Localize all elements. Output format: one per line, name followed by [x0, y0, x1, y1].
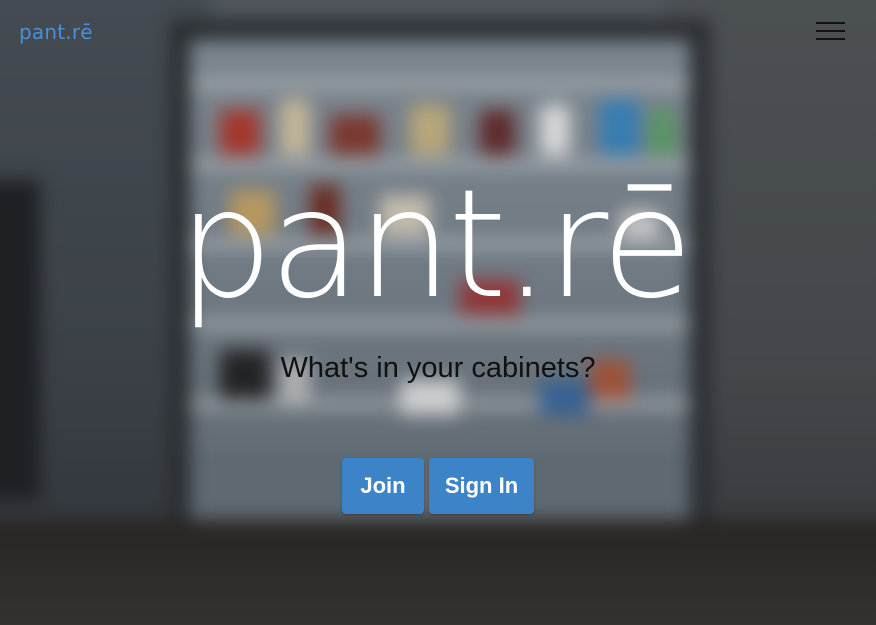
hero-title: pant.rē: [178, 158, 693, 332]
hamburger-menu-icon[interactable]: [816, 20, 846, 42]
sign-in-button[interactable]: Sign In: [429, 458, 534, 514]
logo[interactable]: pant.rē: [19, 20, 93, 44]
tagline: What's in your cabinets?: [280, 352, 596, 384]
join-button[interactable]: Join: [342, 458, 424, 514]
